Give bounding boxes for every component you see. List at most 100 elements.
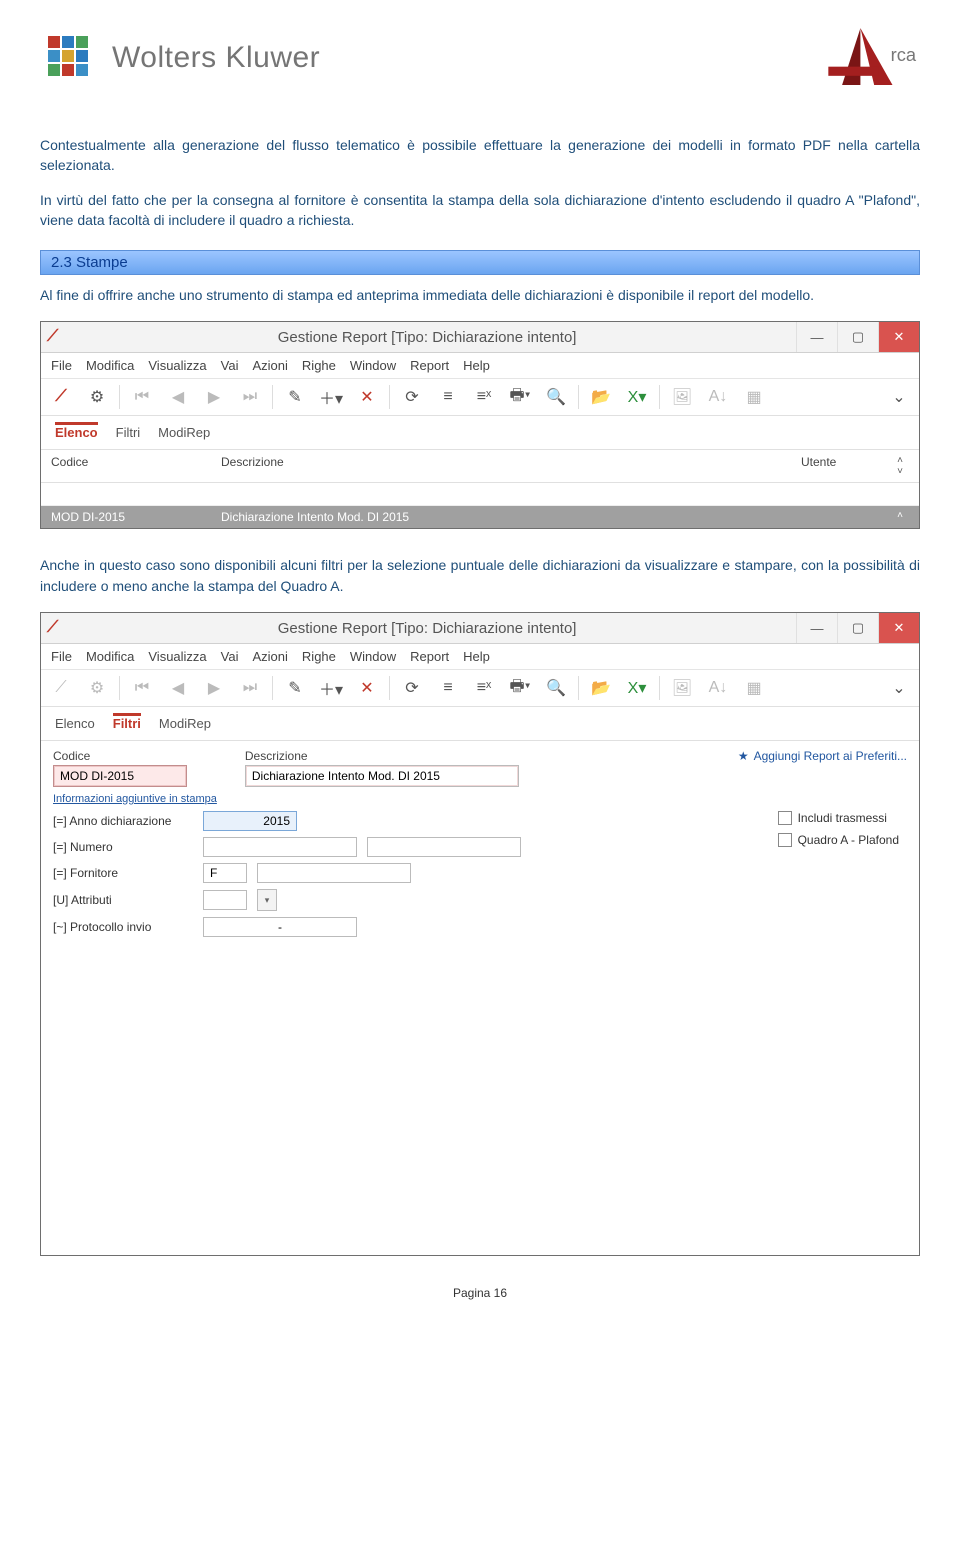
menu-azioni[interactable]: Azioni	[253, 358, 288, 373]
first-record-icon[interactable]: ⏮	[128, 674, 156, 702]
favorites-link[interactable]: ★ Aggiungi Report ai Preferiti...	[738, 749, 907, 763]
fornitore-input[interactable]	[203, 863, 247, 883]
codice-input[interactable]	[53, 765, 187, 787]
fornitore-input-2[interactable]	[257, 863, 411, 883]
delete-icon[interactable]: ✕	[353, 383, 381, 411]
image-icon[interactable]: 🖼	[668, 674, 696, 702]
add-icon[interactable]: ＋▾	[317, 383, 345, 411]
open-folder-icon[interactable]: 📂	[587, 383, 615, 411]
col-descrizione[interactable]: Descrizione	[221, 455, 801, 477]
dropdown-toggle-icon[interactable]: ⌄	[885, 383, 913, 411]
menu-visualizza[interactable]: Visualizza	[148, 649, 206, 664]
gear-icon[interactable]: ⚙	[83, 383, 111, 411]
menu-azioni[interactable]: Azioni	[253, 649, 288, 664]
menu-file[interactable]: File	[51, 358, 72, 373]
scroll-up-icon[interactable]: ˄˅	[891, 455, 909, 477]
menu-window[interactable]: Window	[350, 358, 396, 373]
checkbox-includi-trasmessi[interactable]: Includi trasmessi	[778, 811, 899, 825]
excel-icon[interactable]: X▾	[623, 674, 651, 702]
gear-icon[interactable]: ⚙	[83, 674, 111, 702]
numero-input-from[interactable]	[203, 837, 357, 857]
prev-record-icon[interactable]: ◀	[164, 383, 192, 411]
filter-icon[interactable]: ≡	[434, 383, 462, 411]
last-record-icon[interactable]: ⏭	[236, 383, 264, 411]
add-icon[interactable]: ＋▾	[317, 674, 345, 702]
sort-icon[interactable]: A↓	[704, 674, 732, 702]
toolbar: ⟋ ⚙ ⏮ ◀ ▶ ⏭ ✎ ＋▾ ✕ ⟳ ≡ ≡ˣ 🖶▾ 🔍 📂 X▾ 🖼 A↓…	[41, 670, 919, 707]
tab-filtri[interactable]: Filtri	[113, 713, 141, 734]
criteria-fornitore: [=] Fornitore	[53, 863, 907, 883]
chevron-down-icon[interactable]: ▾	[257, 889, 277, 911]
excel-icon[interactable]: X▾	[623, 383, 651, 411]
table-row[interactable]	[41, 483, 919, 506]
menu-help[interactable]: Help	[463, 358, 490, 373]
next-record-icon[interactable]: ▶	[200, 383, 228, 411]
open-folder-icon[interactable]: 📂	[587, 674, 615, 702]
edit-icon[interactable]: ✎	[281, 674, 309, 702]
edit-icon[interactable]: ✎	[281, 383, 309, 411]
sort-icon[interactable]: A↓	[704, 383, 732, 411]
menu-righe[interactable]: Righe	[302, 358, 336, 373]
tab-elenco[interactable]: Elenco	[55, 713, 95, 734]
clear-filter-icon[interactable]: ≡ˣ	[470, 674, 498, 702]
last-record-icon[interactable]: ⏭	[236, 674, 264, 702]
table-row-selected[interactable]: MOD DI-2015 Dichiarazione Intento Mod. D…	[41, 506, 919, 528]
protocollo-input[interactable]	[203, 917, 357, 937]
refresh-icon[interactable]: ⟳	[398, 383, 426, 411]
picture-icon[interactable]: ▦	[740, 383, 768, 411]
tab-modirep[interactable]: ModiRep	[158, 422, 210, 443]
dropdown-toggle-icon[interactable]: ⌄	[885, 674, 913, 702]
numero-input-to[interactable]	[367, 837, 521, 857]
attributi-input[interactable]	[203, 890, 247, 910]
menu-modifica[interactable]: Modifica	[86, 358, 134, 373]
col-utente[interactable]: Utente	[801, 455, 891, 477]
table-body: MOD DI-2015 Dichiarazione Intento Mod. D…	[41, 483, 919, 528]
tab-filtri[interactable]: Filtri	[116, 422, 141, 443]
app-action-icon[interactable]: ⟋	[47, 383, 75, 411]
minimize-button[interactable]: —	[796, 322, 837, 352]
print-icon[interactable]: 🖶▾	[506, 674, 534, 702]
delete-icon[interactable]: ✕	[353, 674, 381, 702]
filters-panel: Codice Informazioni aggiuntive in stampa…	[41, 741, 919, 955]
protocollo-label: [~] Protocollo invio	[53, 920, 193, 934]
window-title: Gestione Report [Tipo: Dichiarazione int…	[278, 620, 577, 637]
menu-vai[interactable]: Vai	[221, 649, 239, 664]
close-button[interactable]: ✕	[878, 613, 919, 643]
menu-visualizza[interactable]: Visualizza	[148, 358, 206, 373]
filter-icon[interactable]: ≡	[434, 674, 462, 702]
brand-text: Wolters Kluwer	[112, 41, 320, 75]
menu-file[interactable]: File	[51, 649, 72, 664]
prev-record-icon[interactable]: ◀	[164, 674, 192, 702]
clear-filter-icon[interactable]: ≡ˣ	[470, 383, 498, 411]
scroll-row-icon[interactable]: ˄	[891, 510, 909, 524]
refresh-icon[interactable]: ⟳	[398, 674, 426, 702]
menu-help[interactable]: Help	[463, 649, 490, 664]
first-record-icon[interactable]: ⏮	[128, 383, 156, 411]
menu-report[interactable]: Report	[410, 649, 449, 664]
image-icon[interactable]: 🖼	[668, 383, 696, 411]
minimize-button[interactable]: —	[796, 613, 837, 643]
maximize-button[interactable]: ▢	[837, 613, 878, 643]
checkbox-quadro-a[interactable]: Quadro A - Plafond	[778, 833, 899, 847]
maximize-button[interactable]: ▢	[837, 322, 878, 352]
menu-modifica[interactable]: Modifica	[86, 649, 134, 664]
paragraph-1: Contestualmente alla generazione del flu…	[40, 135, 920, 176]
picture-icon[interactable]: ▦	[740, 674, 768, 702]
app-action-icon[interactable]: ⟋	[47, 674, 75, 702]
close-button[interactable]: ✕	[878, 322, 919, 352]
next-record-icon[interactable]: ▶	[200, 674, 228, 702]
window-title: Gestione Report [Tipo: Dichiarazione int…	[278, 329, 577, 346]
info-link[interactable]: Informazioni aggiuntive in stampa	[53, 793, 217, 805]
search-icon[interactable]: 🔍	[542, 383, 570, 411]
tab-modirep[interactable]: ModiRep	[159, 713, 211, 734]
print-icon[interactable]: 🖶▾	[506, 383, 534, 411]
anno-input[interactable]	[203, 811, 297, 831]
menu-righe[interactable]: Righe	[302, 649, 336, 664]
descrizione-input[interactable]	[245, 765, 519, 787]
menu-window[interactable]: Window	[350, 649, 396, 664]
menu-vai[interactable]: Vai	[221, 358, 239, 373]
search-icon[interactable]: 🔍	[542, 674, 570, 702]
col-codice[interactable]: Codice	[51, 455, 221, 477]
menu-report[interactable]: Report	[410, 358, 449, 373]
tab-elenco[interactable]: Elenco	[55, 422, 98, 443]
